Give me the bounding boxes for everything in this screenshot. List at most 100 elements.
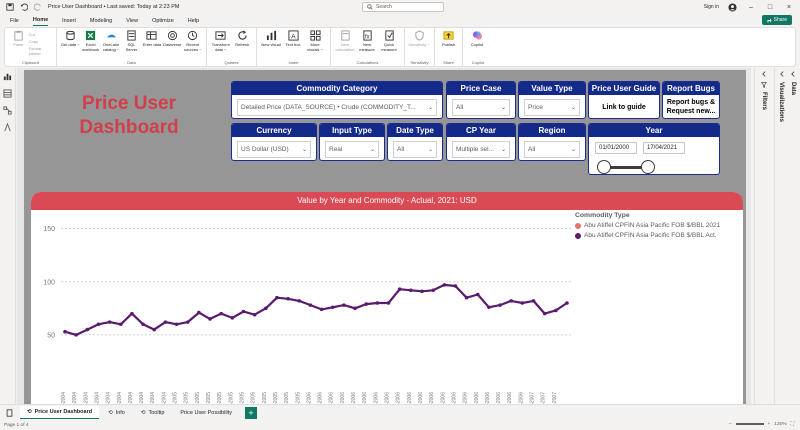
slicer-price-case[interactable]: Price Case All ⌄ (446, 81, 516, 119)
year-slider-end-handle[interactable] (641, 160, 655, 174)
value-type-dropdown[interactable]: Price ⌄ (524, 99, 580, 116)
text-box-button[interactable]: A Text box (282, 30, 304, 48)
page-tab-bar: ⟲ Price User Dashboard ⟲ Info ⟲ Tooltip … (0, 404, 800, 420)
paste-button[interactable]: Paste (8, 30, 29, 48)
x-tick-label: 9-2005 (262, 392, 268, 404)
table-view-icon[interactable] (3, 89, 12, 98)
visualizations-pane[interactable]: Visualizations Data (774, 68, 800, 404)
publish-button[interactable]: Publish (438, 30, 459, 48)
year-to-input[interactable]: 17/04/2021 (643, 142, 685, 154)
share-button[interactable]: Share (761, 15, 792, 25)
more-visuals-button[interactable]: More visuals ~ (304, 30, 326, 52)
excel-workbook-button[interactable]: Excel workbook (80, 30, 100, 52)
menu-home[interactable]: Home (32, 15, 49, 26)
report-view-icon[interactable] (3, 72, 12, 81)
link-to-guide[interactable]: Link to guide (594, 104, 654, 111)
refresh-button[interactable]: Refresh (232, 30, 254, 48)
onelake-catalog-button[interactable]: OneLake catalog ~ (101, 30, 121, 52)
zoom-slider[interactable] (735, 423, 764, 425)
sql-server-button[interactable]: SQL Server (121, 30, 141, 52)
slicer-report-bugs[interactable]: Report Bugs Report bugs & Request new... (662, 81, 720, 119)
add-page-button[interactable]: + (245, 406, 258, 419)
currency-dropdown[interactable]: US Dollar (USD) ⌄ (237, 141, 311, 158)
sign-in-link[interactable]: Sign in (704, 4, 719, 10)
account-icon[interactable] (728, 2, 737, 12)
format-painter-button[interactable]: Format painter (29, 46, 53, 56)
cp-year-dropdown[interactable]: Multiple sel... ⌄ (452, 141, 510, 158)
commodity-category-dropdown[interactable]: Detailed Price (DATA_SOURCE) • Crude (CO… (237, 99, 437, 116)
menu-view[interactable]: View (126, 16, 138, 26)
sensitivity-button[interactable]: Sensitivity ~ (408, 30, 430, 48)
year-from-input[interactable]: 01/01/2000 (595, 142, 637, 154)
minimize-button[interactable]: – (746, 4, 756, 11)
tab-price-user-possibility[interactable]: Price User Possibility (173, 406, 239, 419)
filters-pane[interactable]: Filters (754, 68, 774, 404)
year-slider-start-handle[interactable] (597, 160, 611, 174)
zoom-out-icon[interactable]: – (729, 422, 732, 427)
undo-icon[interactable] (20, 3, 28, 11)
slicer-price-user-guide[interactable]: Price User Guide Link to guide (588, 81, 660, 119)
tab-label: Info (115, 409, 125, 416)
filters-label[interactable]: Filters (761, 92, 767, 110)
slicer-value-type[interactable]: Value Type Price ⌄ (518, 81, 586, 119)
data-point (163, 320, 168, 324)
refresh-icon (238, 30, 247, 40)
enter-data-button[interactable]: Enter data (142, 30, 162, 48)
slicer-input-type[interactable]: Input Type Real ⌄ (319, 123, 385, 161)
copy-button[interactable]: Copy (29, 39, 53, 44)
new-visual-button[interactable]: New visual (260, 30, 282, 48)
input-type-dropdown[interactable]: Real ⌄ (325, 141, 379, 158)
menu-help[interactable]: Help (188, 16, 199, 26)
slicer-cp-year[interactable]: CP Year Multiple sel... ⌄ (446, 123, 516, 161)
quick-measure-button[interactable]: Quick measure (378, 30, 400, 52)
date-type-dropdown[interactable]: All ⌄ (393, 141, 437, 158)
menu-optimize[interactable]: Optimize (152, 16, 174, 26)
data-pane-label[interactable]: Data (790, 82, 796, 95)
data-point (319, 307, 324, 312)
tab-price-user-dashboard[interactable]: ⟲ Price User Dashboard (20, 406, 100, 419)
model-view-icon[interactable] (3, 106, 12, 115)
chevron-left-icon[interactable] (761, 71, 767, 77)
save-icon[interactable] (6, 3, 14, 11)
cut-button[interactable]: Cut (29, 32, 53, 37)
redo-icon[interactable] (34, 3, 42, 11)
slicer-region[interactable]: Region All ⌄ (518, 123, 586, 161)
chevron-left-icon[interactable] (779, 71, 785, 77)
slicer-year[interactable]: Year 01/01/2000 17/04/2021 (588, 123, 720, 175)
maximize-button[interactable]: □ (765, 4, 775, 11)
x-tick-label: 3-2006 (373, 392, 379, 404)
mobile-layout-icon[interactable] (6, 409, 13, 417)
svg-text:fx: fx (365, 34, 370, 40)
zoom-in-icon[interactable]: + (768, 422, 771, 427)
region-dropdown[interactable]: All ⌄ (524, 141, 580, 158)
publish-label: Publish (441, 42, 456, 47)
fit-page-icon[interactable]: ⛶ (791, 421, 794, 427)
slicer-currency[interactable]: Currency US Dollar (USD) ⌄ (231, 123, 317, 161)
slicer-date-type[interactable]: Date Type All ⌄ (387, 123, 443, 161)
report-bugs-link[interactable]: Report bugs & Request new... (665, 99, 717, 116)
slicer-header: Region (519, 124, 585, 137)
tab-info[interactable]: ⟲ Info (101, 406, 132, 419)
data-point (174, 322, 179, 327)
transform-data-button[interactable]: Transform data ~ (210, 30, 232, 52)
visualizations-label[interactable]: Visualizations (778, 82, 784, 122)
x-tick-label: 10-2006 (451, 392, 457, 404)
copilot-button[interactable]: Copilot (466, 30, 488, 48)
menu-modeling[interactable]: Modeling (90, 16, 112, 26)
menu-file[interactable]: File (10, 16, 19, 26)
get-data-button[interactable]: Get data ~ (60, 30, 80, 48)
new-calculation-button[interactable]: New calculation (334, 30, 356, 52)
recent-sources-button[interactable]: Recent sources ~ (183, 30, 203, 52)
dax-query-view-icon[interactable] (3, 123, 12, 132)
menu-insert[interactable]: Insert (62, 16, 76, 26)
tab-tooltip[interactable]: ⟲ Tooltip (134, 406, 172, 419)
price-case-dropdown[interactable]: All ⌄ (452, 99, 510, 116)
search-input[interactable]: Search (362, 2, 444, 12)
line-chart-visual[interactable]: Value by Year and Commodity - Actual, 20… (31, 192, 743, 404)
chevron-left-icon[interactable] (790, 71, 796, 77)
dataverse-button[interactable]: Dataverse (162, 30, 182, 48)
close-button[interactable]: × (784, 4, 794, 11)
slicer-commodity-category[interactable]: Commodity Category Detailed Price (DATA_… (231, 81, 443, 119)
new-measure-button[interactable]: fx New measure (356, 30, 378, 52)
zoom-control[interactable]: – + 130% ⛶ (729, 421, 794, 428)
